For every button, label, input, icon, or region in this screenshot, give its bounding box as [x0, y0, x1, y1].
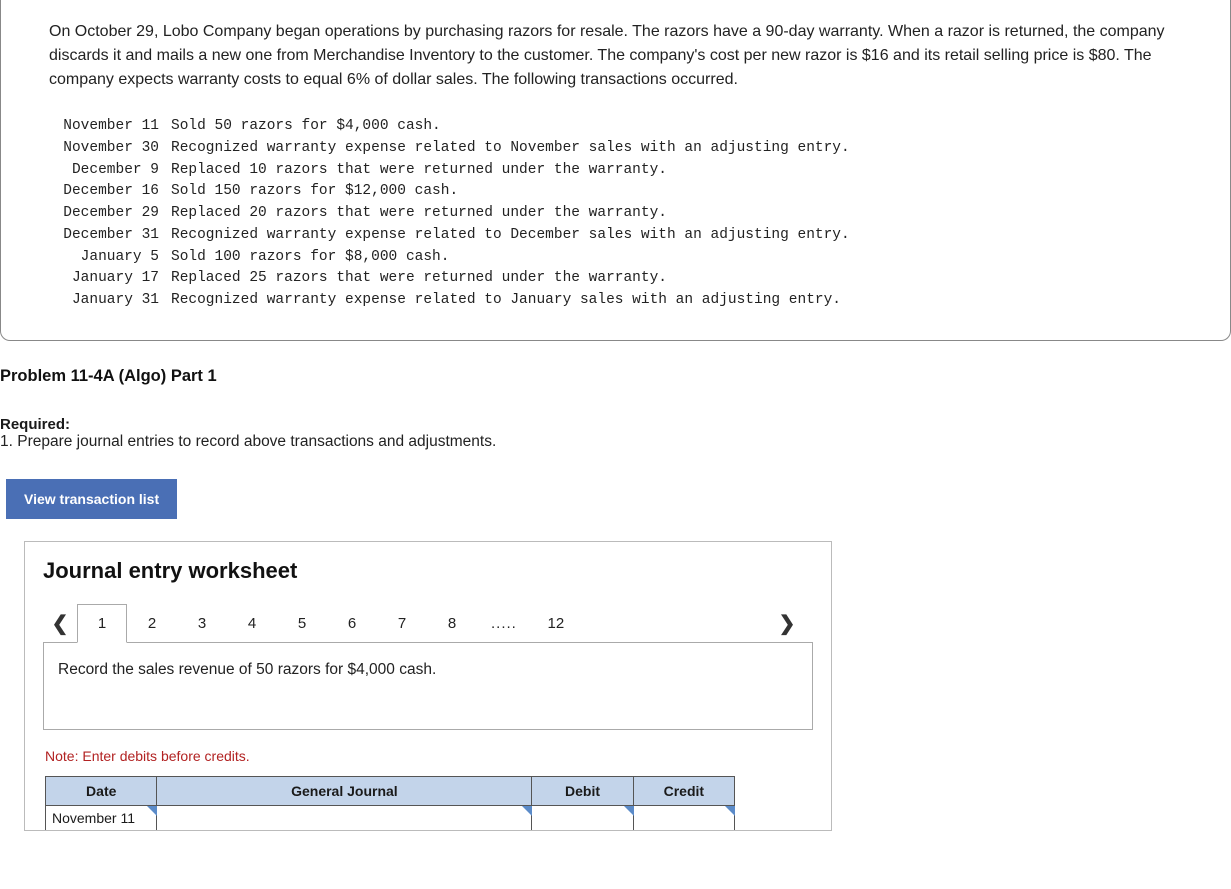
col-header-general-journal: General Journal [157, 776, 532, 805]
col-header-date: Date [46, 776, 157, 805]
problem-title: Problem 11-4A (Algo) Part 1 [0, 367, 1231, 386]
tab-12[interactable]: 12 [531, 605, 581, 642]
tab-5[interactable]: 5 [277, 605, 327, 642]
transaction-desc: Sold 50 razors for $4,000 cash. [171, 116, 441, 138]
transaction-row: November 11Sold 50 razors for $4,000 cas… [49, 116, 1182, 138]
view-transaction-list-button[interactable]: View transaction list [6, 479, 177, 519]
tab-2[interactable]: 2 [127, 605, 177, 642]
col-header-debit: Debit [532, 776, 633, 805]
tab-1[interactable]: 1 [77, 604, 127, 643]
dropdown-corner-icon[interactable] [522, 806, 532, 816]
tab-3[interactable]: 3 [177, 605, 227, 642]
journal-table: Date General Journal Debit Credit Novemb… [45, 776, 735, 830]
col-header-credit: Credit [633, 776, 734, 805]
cell-date-value: November 11 [52, 810, 135, 826]
cell-credit[interactable] [633, 805, 734, 830]
transaction-date: December 29 [49, 203, 171, 225]
tab-7[interactable]: 7 [377, 605, 427, 642]
transaction-date: January 17 [49, 268, 171, 290]
tab-6[interactable]: 6 [327, 605, 377, 642]
note-text: Note: Enter debits before credits. [45, 748, 813, 764]
intro-paragraph: On October 29, Lobo Company began operat… [49, 20, 1182, 92]
required-block: Required: 1. Prepare journal entries to … [0, 416, 1231, 451]
transaction-row: December 16Sold 150 razors for $12,000 c… [49, 181, 1182, 203]
journal-worksheet-panel: Journal entry worksheet ❮ 12345678 .....… [24, 541, 832, 831]
dropdown-corner-icon[interactable] [725, 806, 735, 816]
transaction-desc: Replaced 10 razors that were returned un… [171, 160, 667, 182]
transaction-row: December 31Recognized warranty expense r… [49, 225, 1182, 247]
transaction-desc: Sold 150 razors for $12,000 cash. [171, 181, 458, 203]
tabs-ellipsis: ..... [477, 605, 531, 642]
dropdown-corner-icon[interactable] [147, 806, 157, 816]
cell-general-journal[interactable] [157, 805, 532, 830]
transaction-date: November 11 [49, 116, 171, 138]
tab-8[interactable]: 8 [427, 605, 477, 642]
problem-context-panel: On October 29, Lobo Company began operat… [0, 0, 1231, 341]
required-label: Required: [0, 416, 70, 433]
transaction-row: December 29Replaced 20 razors that were … [49, 203, 1182, 225]
transaction-list: November 11Sold 50 razors for $4,000 cas… [49, 116, 1182, 312]
transaction-row: January 17Replaced 25 razors that were r… [49, 268, 1182, 290]
transaction-desc: Recognized warranty expense related to J… [171, 290, 841, 312]
transaction-date: December 31 [49, 225, 171, 247]
transaction-row: December 9Replaced 10 razors that were r… [49, 160, 1182, 182]
transaction-desc: Sold 100 razors for $8,000 cash. [171, 247, 449, 269]
chevron-right-icon[interactable]: ❯ [761, 611, 813, 636]
transaction-row: November 30Recognized warranty expense r… [49, 138, 1182, 160]
entry-instruction-box: Record the sales revenue of 50 razors fo… [43, 642, 813, 730]
transaction-date: January 5 [49, 247, 171, 269]
transaction-row: January 5Sold 100 razors for $8,000 cash… [49, 247, 1182, 269]
transaction-desc: Replaced 20 razors that were returned un… [171, 203, 667, 225]
cell-date[interactable]: November 11 [46, 805, 157, 830]
entry-instruction-text: Record the sales revenue of 50 razors fo… [58, 661, 436, 678]
transaction-desc: Recognized warranty expense related to D… [171, 225, 850, 247]
transaction-desc: Replaced 25 razors that were returned un… [171, 268, 667, 290]
table-row: November 11 [46, 805, 735, 830]
worksheet-title: Journal entry worksheet [43, 558, 813, 584]
chevron-left-icon[interactable]: ❮ [43, 611, 77, 636]
tab-4[interactable]: 4 [227, 605, 277, 642]
dropdown-corner-icon[interactable] [624, 806, 634, 816]
transaction-desc: Recognized warranty expense related to N… [171, 138, 850, 160]
worksheet-tab-row: ❮ 12345678 ..... 12 ❯ [43, 604, 813, 643]
required-instruction: 1. Prepare journal entries to record abo… [0, 433, 1231, 451]
transaction-date: December 9 [49, 160, 171, 182]
cell-debit[interactable] [532, 805, 633, 830]
transaction-date: January 31 [49, 290, 171, 312]
transaction-date: November 30 [49, 138, 171, 160]
transaction-date: December 16 [49, 181, 171, 203]
transaction-row: January 31Recognized warranty expense re… [49, 290, 1182, 312]
